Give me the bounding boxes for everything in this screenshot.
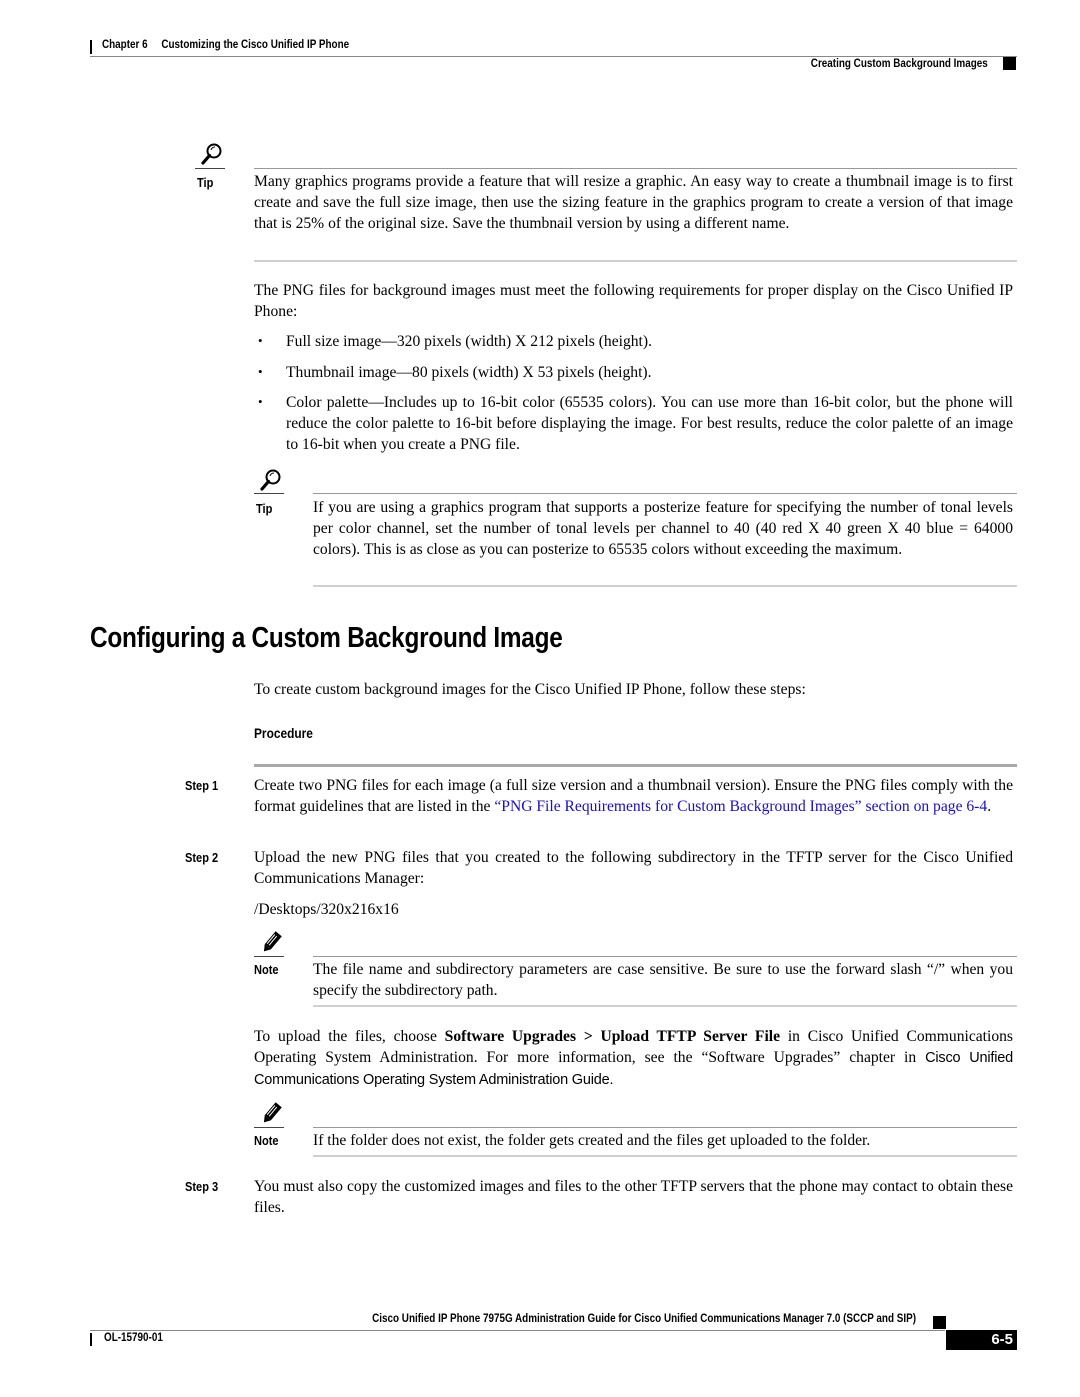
step-label: Step 1	[185, 778, 219, 793]
bullet-dot: •	[258, 394, 263, 409]
requirement-item: Thumbnail image—80 pixels (width) X 53 p…	[286, 364, 652, 381]
tip-text: If you are using a graphics program that…	[313, 499, 1013, 559]
bullet-dot: •	[258, 333, 263, 348]
note-bottom-rule	[313, 1155, 1017, 1157]
step-label: Step 3	[185, 1179, 219, 1194]
note-top-rule	[313, 956, 1017, 957]
tip-top-rule	[313, 493, 1017, 494]
tip-text: Many graphics programs provide a feature…	[254, 173, 1013, 233]
icon-underline	[254, 956, 284, 957]
note-text: The file name and subdirectory parameter…	[313, 961, 1013, 1000]
requirements-intro: The PNG files for background images must…	[254, 282, 1013, 321]
step-text: You must also copy the customized images…	[254, 1178, 1013, 1217]
magnifier-icon	[197, 142, 225, 166]
tip-bottom-rule	[313, 585, 1017, 587]
procedure-label: Procedure	[254, 725, 313, 741]
tip-label: Tip	[256, 501, 273, 516]
running-header-chapter: Chapter 6 Customizing the Cisco Unified …	[102, 39, 349, 51]
footer-bar	[90, 1333, 92, 1346]
icon-underline	[254, 1127, 284, 1128]
footer-title: Cisco Unified IP Phone 7975G Administrat…	[372, 1313, 916, 1325]
document-number: OL-15790-01	[104, 1332, 163, 1344]
pencil-icon	[258, 931, 284, 955]
section-heading: Configuring a Custom Background Image	[90, 622, 563, 654]
pencil-icon	[258, 1102, 284, 1126]
icon-underline	[254, 493, 284, 494]
requirement-item: Full size image—320 pixels (width) X 212…	[286, 333, 652, 350]
tip-label: Tip	[197, 175, 214, 190]
note-top-rule	[313, 1127, 1017, 1128]
header-bar	[90, 40, 92, 54]
page-number: 6-5	[946, 1330, 1017, 1350]
footer-rule	[90, 1330, 945, 1331]
note-label: Note	[254, 962, 279, 977]
upload-instructions: To upload the files, choose Software Upg…	[254, 1026, 1013, 1092]
note-text: If the folder does not exist, the folder…	[313, 1132, 871, 1149]
icon-underline	[195, 168, 225, 169]
chapter-number: Chapter 6	[102, 39, 148, 51]
header-rule	[90, 56, 1017, 57]
step-text: Upload the new PNG files that you create…	[254, 849, 1013, 888]
step-1-text-end: .	[987, 798, 992, 816]
section-intro: To create custom background images for t…	[254, 681, 806, 698]
subdirectory-path: /Desktops/320x216x16	[254, 901, 399, 918]
step-label: Step 2	[185, 850, 219, 865]
header-marker	[1003, 57, 1016, 70]
procedure-rule	[254, 764, 1017, 767]
tip-bottom-rule	[254, 260, 1017, 262]
menu-path: Software Upgrades > Upload TFTP Server F…	[444, 1028, 781, 1045]
note-label: Note	[254, 1133, 279, 1148]
requirement-item: Color palette—Includes up to 16-bit colo…	[286, 394, 1013, 454]
upload-text: To upload the files, choose	[254, 1028, 445, 1045]
bullet-dot: •	[258, 364, 263, 379]
note-bottom-rule	[313, 1005, 1017, 1007]
chapter-title: Customizing the Cisco Unified IP Phone	[161, 39, 350, 51]
step-text: Create two PNG files for each image (a f…	[254, 775, 1013, 817]
magnifier-icon	[256, 468, 284, 492]
cross-reference-link[interactable]: “PNG File Requirements for Custom Backgr…	[494, 798, 987, 815]
running-header-section: Creating Custom Background Images	[811, 58, 988, 70]
tip-top-rule	[254, 168, 1017, 169]
footer-marker	[933, 1316, 946, 1329]
